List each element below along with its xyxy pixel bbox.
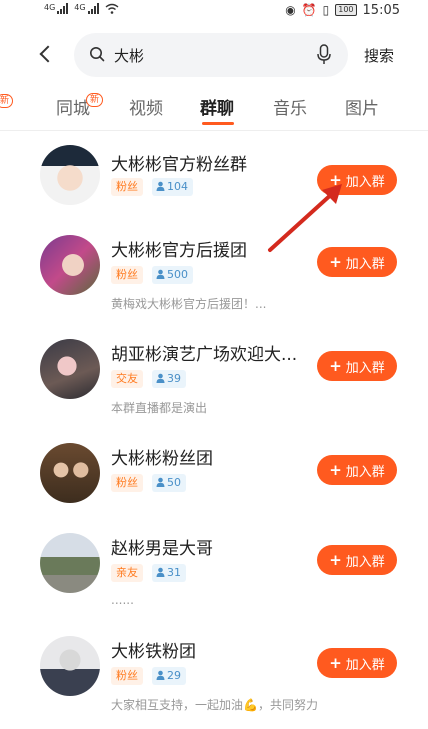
list-item[interactable]: 胡亚彬演艺广场欢迎大... 交友 39 本群直播都是演出 + 加入群 [0, 337, 428, 437]
network-type-label: 4G [74, 3, 86, 12]
new-badge: 新 [86, 93, 104, 107]
plus-icon: + [329, 170, 342, 189]
cellular-signal-icon: 4G [44, 3, 69, 14]
group-name: 大彬彬粉丝团 [111, 449, 213, 469]
person-icon [156, 373, 165, 383]
search-icon [90, 47, 105, 62]
clock: 15:05 [362, 2, 400, 18]
alarm-icon: ⏰ [301, 3, 317, 17]
tab-group-chats[interactable]: 群聊 [200, 94, 234, 119]
person-icon [156, 477, 165, 487]
join-group-button[interactable]: + 加入群 [317, 455, 397, 485]
back-button[interactable] [36, 42, 58, 68]
group-tag: 粉丝 [111, 474, 143, 492]
member-count-value: 50 [167, 476, 181, 489]
member-count: 39 [152, 370, 186, 388]
list-item[interactable]: 大彬彬粉丝团 粉丝 50 + 加入群 [0, 441, 428, 541]
category-tabs: 新 同城 新 视频 群聊 音乐 图片 [0, 90, 428, 126]
plus-icon: + [329, 550, 342, 569]
group-description: ...... [111, 593, 134, 607]
search-header: 搜索 [0, 33, 428, 79]
join-group-button[interactable]: + 加入群 [317, 351, 397, 381]
vibrate-icon: ▯ [322, 3, 330, 17]
group-description: 本群直播都是演出 [111, 401, 208, 415]
member-count-value: 39 [167, 372, 181, 385]
member-count-value: 104 [167, 180, 188, 193]
member-count-value: 29 [167, 669, 181, 682]
join-label: 加入群 [345, 554, 385, 570]
plus-icon: + [329, 460, 342, 479]
person-icon [156, 269, 165, 279]
battery-icon: 100 [335, 4, 357, 16]
avatar [40, 443, 100, 503]
group-tag: 粉丝 [111, 266, 143, 284]
tab-videos[interactable]: 视频 [129, 94, 163, 119]
network-type-label: 4G [44, 3, 56, 12]
list-item[interactable]: 大彬彬官方后援团 粉丝 500 黄梅戏大彬彬官方后援团！... + 加入群 [0, 233, 428, 333]
person-icon [156, 670, 165, 680]
avatar [40, 235, 100, 295]
tab-music[interactable]: 音乐 [273, 94, 307, 119]
join-label: 加入群 [345, 464, 385, 480]
search-box[interactable] [74, 33, 348, 77]
wifi-icon [105, 3, 119, 14]
list-item[interactable]: 大彬铁粉团 粉丝 29 大家相互支持，一起加油💪，共同努力 + 加入群 [0, 634, 428, 729]
group-list: 大彬彬官方粉丝群 粉丝 104 + 加入群 大彬彬官方后援团 粉丝 500 黄梅… [0, 131, 428, 729]
join-group-button[interactable]: + 加入群 [317, 247, 397, 277]
member-count-value: 500 [167, 268, 188, 281]
plus-icon: + [329, 356, 342, 375]
search-input[interactable] [114, 43, 294, 67]
tab-nearby[interactable]: 同城 [56, 94, 90, 119]
avatar [40, 533, 100, 593]
chevron-left-icon [39, 45, 57, 63]
list-item[interactable]: 赵彬男是大哥 亲友 31 ...... + 加入群 [0, 531, 428, 631]
join-label: 加入群 [345, 360, 385, 376]
group-name: 大彬彬官方后援团 [111, 241, 247, 261]
member-count: 500 [152, 266, 193, 284]
avatar [40, 636, 100, 696]
tab-images[interactable]: 图片 [345, 94, 379, 119]
group-tag: 粉丝 [111, 178, 143, 196]
group-name: 大彬彬官方粉丝群 [111, 155, 247, 175]
group-name: 大彬铁粉团 [111, 642, 196, 662]
join-group-button[interactable]: + 加入群 [317, 165, 397, 195]
member-count: 104 [152, 178, 193, 196]
search-button[interactable]: 搜索 [364, 45, 394, 66]
group-description: 黄梅戏大彬彬官方后援团！... [111, 297, 267, 311]
group-tag: 交友 [111, 370, 143, 388]
group-name: 胡亚彬演艺广场欢迎大... [111, 345, 298, 365]
group-tag: 粉丝 [111, 667, 143, 685]
member-count-value: 31 [167, 566, 181, 579]
status-bar: 4G 4G ◉ ⏰ ▯ 100 15:05 [0, 0, 428, 22]
plus-icon: + [329, 653, 342, 672]
cellular-signal-icon: 4G [74, 3, 99, 14]
avatar [40, 339, 100, 399]
join-label: 加入群 [345, 174, 385, 190]
list-item[interactable]: 大彬彬官方粉丝群 粉丝 104 + 加入群 [0, 139, 428, 239]
eye-icon: ◉ [285, 3, 296, 17]
member-count: 29 [152, 667, 186, 685]
person-icon [156, 181, 165, 191]
join-group-button[interactable]: + 加入群 [317, 545, 397, 575]
microphone-icon[interactable] [317, 44, 331, 66]
group-tag: 亲友 [111, 564, 143, 582]
new-badge: 新 [0, 94, 14, 108]
avatar [40, 145, 100, 205]
active-tab-indicator [202, 122, 234, 125]
join-group-button[interactable]: + 加入群 [317, 648, 397, 678]
join-label: 加入群 [345, 657, 385, 673]
member-count: 31 [152, 564, 186, 582]
plus-icon: + [329, 252, 342, 271]
group-name: 赵彬男是大哥 [111, 539, 213, 559]
join-label: 加入群 [345, 256, 385, 272]
group-description: 大家相互支持，一起加油💪，共同努力 [111, 698, 318, 712]
person-icon [156, 567, 165, 577]
member-count: 50 [152, 474, 186, 492]
